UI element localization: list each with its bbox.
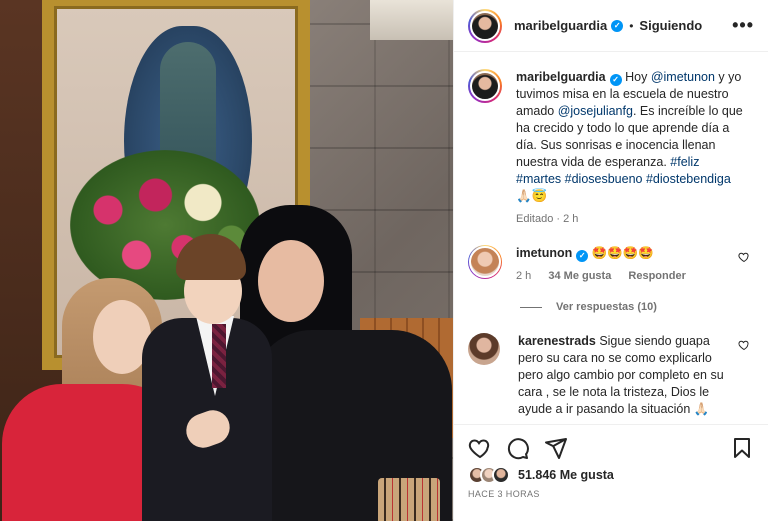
bookmark-icon[interactable] bbox=[730, 436, 754, 460]
post-time: HACE 3 HORAS bbox=[468, 489, 540, 499]
separator-dot: • bbox=[629, 18, 634, 33]
liker-avatars[interactable] bbox=[468, 466, 510, 484]
verified-badge-icon: ✓ bbox=[576, 249, 589, 262]
verified-badge-icon: ✓ bbox=[609, 73, 622, 86]
following-button[interactable]: Siguiendo bbox=[639, 18, 702, 33]
woman-face bbox=[258, 240, 324, 322]
caption-avatar[interactable] bbox=[468, 69, 502, 103]
comment-item: karenestrads Sigue siendo guapa pero su … bbox=[468, 333, 754, 418]
hashtag-link[interactable]: #diostebendiga bbox=[646, 172, 731, 186]
liker-avatar bbox=[492, 466, 510, 484]
heart-icon[interactable] bbox=[738, 251, 750, 263]
plaid-bag bbox=[378, 478, 440, 521]
post-photo[interactable] bbox=[0, 0, 453, 521]
reply-button[interactable]: Responder bbox=[628, 270, 685, 282]
comment-time: 2 h bbox=[516, 270, 532, 282]
header-username[interactable]: maribelguardia bbox=[514, 18, 607, 33]
comment-item: imetunon ✓ 🤩🤩🤩🤩 2 h 34 Me gusta Responder bbox=[468, 245, 754, 285]
comment-icon[interactable] bbox=[506, 436, 530, 460]
comment-likes[interactable]: 34 Me gusta bbox=[548, 270, 611, 282]
header-avatar[interactable] bbox=[468, 8, 502, 43]
share-icon[interactable] bbox=[544, 436, 568, 460]
heart-icon[interactable] bbox=[468, 436, 492, 460]
comment-text: 🤩🤩🤩🤩 bbox=[591, 246, 654, 260]
hashtag-link[interactable]: #feliz bbox=[670, 155, 699, 169]
mention-link[interactable]: @josejulianfg bbox=[558, 104, 633, 118]
comment-body: karenestrads Sigue siendo guapa pero su … bbox=[518, 333, 736, 418]
reply-line bbox=[520, 306, 542, 308]
caption-meta: Editado · 2 h bbox=[516, 213, 579, 225]
caption-body: maribelguardia ✓ Hoy @imetunon y yo tuvim… bbox=[516, 69, 746, 225]
avatar-image bbox=[469, 246, 501, 278]
avatar-image bbox=[470, 10, 500, 41]
action-bar bbox=[454, 424, 768, 470]
likes-row: 51.846 Me gusta bbox=[468, 466, 754, 484]
comment-meta: 2 h 34 Me gusta Responder bbox=[516, 268, 734, 285]
post-header: maribelguardia ✓ • Siguiendo ••• bbox=[454, 0, 768, 52]
more-options-icon[interactable]: ••• bbox=[732, 15, 754, 36]
comment-username[interactable]: karenestrads bbox=[518, 334, 596, 348]
hashtag-link[interactable]: #diosesbueno bbox=[565, 172, 643, 186]
hashtag-link[interactable]: #martes bbox=[516, 172, 561, 186]
comment-username[interactable]: imetunon bbox=[516, 246, 572, 260]
caption-segment: Hoy bbox=[625, 70, 651, 84]
likes-count[interactable]: 51.846 Me gusta bbox=[518, 468, 614, 482]
caption: maribelguardia ✓ Hoy @imetunon y yo tuvim… bbox=[468, 53, 754, 225]
caption-text: maribelguardia ✓ Hoy @imetunon y yo tuvim… bbox=[516, 69, 746, 205]
post-side-panel: maribelguardia ✓ • Siguiendo ••• maribel… bbox=[453, 0, 768, 521]
view-replies-label: Ver respuestas (10) bbox=[556, 301, 657, 313]
mention-link[interactable]: @imetunon bbox=[651, 70, 715, 84]
heart-icon[interactable] bbox=[738, 339, 750, 351]
caption-username[interactable]: maribelguardia bbox=[516, 70, 606, 84]
comment-body: imetunon ✓ 🤩🤩🤩🤩 2 h 34 Me gusta Responder bbox=[516, 245, 734, 285]
verified-badge-icon: ✓ bbox=[611, 19, 624, 32]
boy-tie bbox=[212, 324, 226, 388]
comments-list[interactable]: maribelguardia ✓ Hoy @imetunon y yo tuvim… bbox=[454, 53, 768, 423]
avatar-image bbox=[470, 71, 500, 101]
view-replies-button[interactable]: Ver respuestas (10) bbox=[520, 301, 754, 313]
comment-avatar[interactable] bbox=[468, 245, 502, 279]
caption-emoji: 🙏🏻😇 bbox=[516, 189, 548, 203]
comment-avatar[interactable] bbox=[468, 333, 500, 365]
window bbox=[370, 0, 453, 40]
